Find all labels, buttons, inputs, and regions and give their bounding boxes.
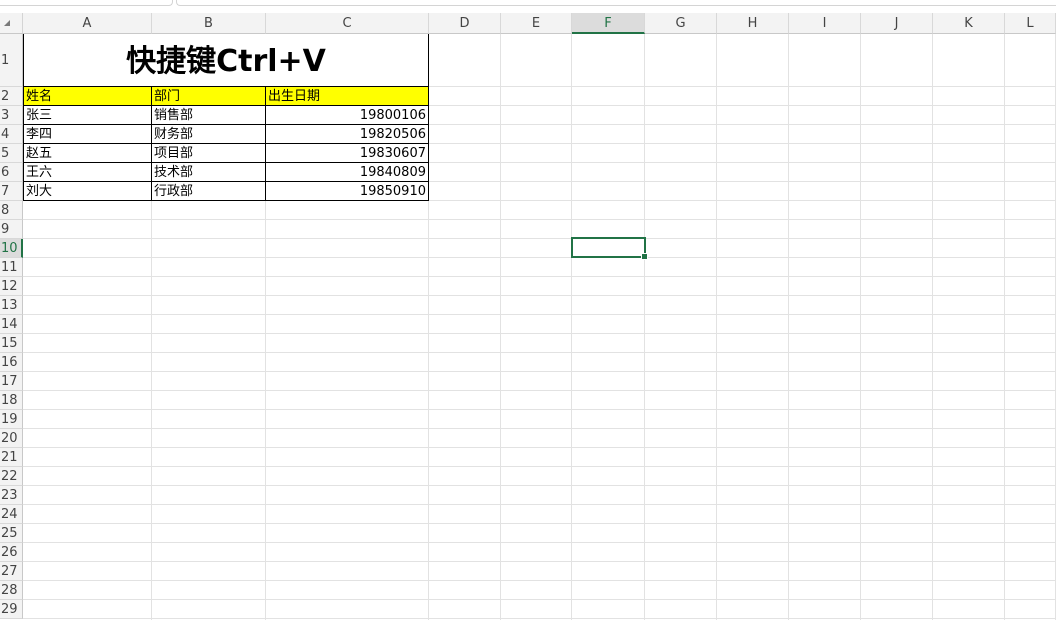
row-header-27[interactable]: 27 — [0, 562, 23, 581]
row-header-26[interactable]: 26 — [0, 543, 23, 562]
row-header-2[interactable]: 2 — [0, 87, 23, 106]
column-header-e[interactable]: E — [501, 13, 572, 34]
cell-name[interactable]: 李四 — [23, 125, 152, 144]
cell-name[interactable]: 王六 — [23, 163, 152, 182]
column-header-i[interactable]: I — [789, 13, 861, 34]
column-gridline — [500, 34, 501, 620]
row-gridline — [23, 561, 1056, 562]
column-gridline — [644, 34, 645, 620]
column-header-a[interactable]: A — [23, 13, 152, 34]
tab-bar-edge — [0, 0, 173, 6]
column-header-g[interactable]: G — [645, 13, 717, 34]
row-gridline — [23, 352, 1056, 353]
window-top-edge — [0, 0, 1056, 13]
column-gridline — [788, 34, 789, 620]
row-gridline — [23, 485, 1056, 486]
column-header-j[interactable]: J — [861, 13, 933, 34]
row-gridline — [23, 428, 1056, 429]
active-cell-selection[interactable] — [571, 237, 648, 260]
row-header-9[interactable]: 9 — [0, 220, 23, 239]
row-gridline — [23, 314, 1056, 315]
row-gridline — [23, 238, 1056, 239]
cell-dept[interactable]: 行政部 — [152, 182, 266, 201]
row-header-4[interactable]: 4 — [0, 125, 23, 144]
row-header-11[interactable]: 11 — [0, 258, 23, 277]
row-gridline — [23, 599, 1056, 600]
row-gridline — [23, 504, 1056, 505]
row-gridline — [23, 447, 1056, 448]
select-all-corner[interactable] — [0, 13, 23, 34]
column-header-k[interactable]: K — [933, 13, 1005, 34]
column-header-f[interactable]: F — [572, 13, 645, 34]
row-header-22[interactable]: 22 — [0, 467, 23, 486]
row-gridline — [23, 219, 1056, 220]
row-header-10[interactable]: 10 — [0, 239, 23, 258]
row-header-3[interactable]: 3 — [0, 106, 23, 125]
row-header-24[interactable]: 24 — [0, 505, 23, 524]
row-header-14[interactable]: 14 — [0, 315, 23, 334]
column-header-l[interactable]: L — [1005, 13, 1056, 34]
row-header-15[interactable]: 15 — [0, 334, 23, 353]
row-gridline — [23, 542, 1056, 543]
row-header-12[interactable]: 12 — [0, 277, 23, 296]
row-header-6[interactable]: 6 — [0, 163, 23, 182]
column-gridline — [932, 34, 933, 620]
cell-dept[interactable]: 销售部 — [152, 106, 266, 125]
row-header-7[interactable]: 7 — [0, 182, 23, 201]
cell-dept[interactable]: 财务部 — [152, 125, 266, 144]
row-gridline — [23, 371, 1056, 372]
column-gridline — [1004, 34, 1005, 620]
tab-bar-edge-right — [176, 0, 1056, 6]
merged-title-cell[interactable]: 快捷键Ctrl+V — [23, 34, 429, 87]
cell-birthdate[interactable]: 19830607 — [266, 144, 429, 163]
row-header-28[interactable]: 28 — [0, 581, 23, 600]
row-gridline — [23, 466, 1056, 467]
column-gridline — [716, 34, 717, 620]
column-gridline — [860, 34, 861, 620]
cell-name[interactable]: 张三 — [23, 106, 152, 125]
row-header-17[interactable]: 17 — [0, 372, 23, 391]
cell-birthdate[interactable]: 19850910 — [266, 182, 429, 201]
row-header-19[interactable]: 19 — [0, 410, 23, 429]
row-gridline — [23, 580, 1056, 581]
header-cell-birthdate[interactable]: 出生日期 — [266, 87, 429, 106]
fill-handle[interactable] — [641, 253, 648, 260]
row-header-23[interactable]: 23 — [0, 486, 23, 505]
row-header-8[interactable]: 8 — [0, 201, 23, 220]
column-header-b[interactable]: B — [152, 13, 266, 34]
row-header-5[interactable]: 5 — [0, 144, 23, 163]
row-gridline — [23, 390, 1056, 391]
header-cell-dept[interactable]: 部门 — [152, 87, 266, 106]
row-gridline — [23, 257, 1056, 258]
row-gridline — [23, 409, 1056, 410]
row-header-25[interactable]: 25 — [0, 524, 23, 543]
header-cell-name[interactable]: 姓名 — [23, 87, 152, 106]
cell-birthdate[interactable]: 19800106 — [266, 106, 429, 125]
cell-name[interactable]: 赵五 — [23, 144, 152, 163]
row-header-13[interactable]: 13 — [0, 296, 23, 315]
cell-birthdate[interactable]: 19820506 — [266, 125, 429, 144]
select-all-icon — [4, 20, 10, 26]
row-header-16[interactable]: 16 — [0, 353, 23, 372]
row-header-20[interactable]: 20 — [0, 429, 23, 448]
cell-dept[interactable]: 项目部 — [152, 144, 266, 163]
cell-birthdate[interactable]: 19840809 — [266, 163, 429, 182]
cell-dept[interactable]: 技术部 — [152, 163, 266, 182]
column-header-h[interactable]: H — [717, 13, 789, 34]
column-gridline — [571, 34, 572, 620]
row-header-1[interactable]: 1 — [0, 34, 23, 87]
row-gridline — [23, 295, 1056, 296]
cell-name[interactable]: 刘大 — [23, 182, 152, 201]
row-header-18[interactable]: 18 — [0, 391, 23, 410]
row-gridline — [23, 276, 1056, 277]
row-header-21[interactable]: 21 — [0, 448, 23, 467]
row-header-29[interactable]: 29 — [0, 600, 23, 619]
row-gridline — [23, 333, 1056, 334]
row-gridline — [23, 523, 1056, 524]
column-header-c[interactable]: C — [266, 13, 429, 34]
column-header-d[interactable]: D — [429, 13, 501, 34]
row-gridline — [23, 618, 1056, 619]
